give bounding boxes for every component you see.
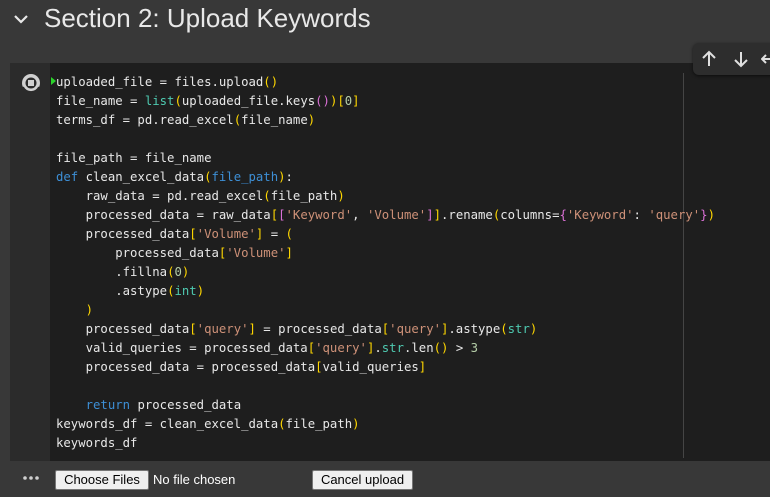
cell-output: Choose Files No file chosen Cancel uploa… [10,461,770,497]
code-line: terms_df = pd.read_excel(file_name) [56,113,316,127]
code-line: processed_data['Volume'] [56,246,293,260]
code-line: return processed_data [85,398,242,412]
section-header: Section 2: Upload Keywords [0,0,770,60]
code-line: keywords_df = clean_excel_data(file_path… [56,417,360,431]
cell-toolbar [693,43,770,75]
code-line: keywords_df [56,436,138,450]
section-title: Section 2: Upload Keywords [44,3,371,33]
code-line: .astype(int) [56,284,205,298]
code-line: processed_data = raw_data[['Keyword', 'V… [56,208,715,222]
arrow-up-icon[interactable] [699,49,719,69]
code-line: processed_data = processed_data[valid_qu… [56,360,427,374]
code-text: uploaded_file = files.upload() file_name… [56,73,715,453]
code-line: raw_data = pd.read_excel(file_path) [56,189,345,203]
code-line: processed_data['query'] = processed_data… [56,322,538,336]
code-cell[interactable]: uploaded_file = files.upload() file_name… [10,63,770,497]
cancel-upload-button[interactable]: Cancel upload [312,470,413,490]
code-line: ) [85,303,94,317]
more-horizontal-icon[interactable] [22,473,40,483]
code-line: uploaded_file = files.upload() [56,75,279,89]
code-line: processed_data['Volume'] = ( [56,227,293,241]
code-line: file_name = list(uploaded_file.keys())[0… [56,94,360,108]
choose-files-button[interactable]: Choose Files [55,470,149,490]
file-status: No file chosen [153,472,236,487]
code-line: file_path = file_name [56,151,212,165]
cell-gutter [10,63,50,461]
code-line: def clean_excel_data(file_path): [56,170,293,184]
code-line: .fillna(0) [56,265,190,279]
code-editor[interactable]: uploaded_file = files.upload() file_name… [50,63,770,461]
arrow-down-icon[interactable] [731,49,751,69]
running-stop-icon[interactable] [20,72,42,94]
link-icon[interactable] [761,49,770,69]
code-line: valid_queries = processed_data['query'].… [56,341,479,355]
chevron-down-icon[interactable] [11,6,31,30]
